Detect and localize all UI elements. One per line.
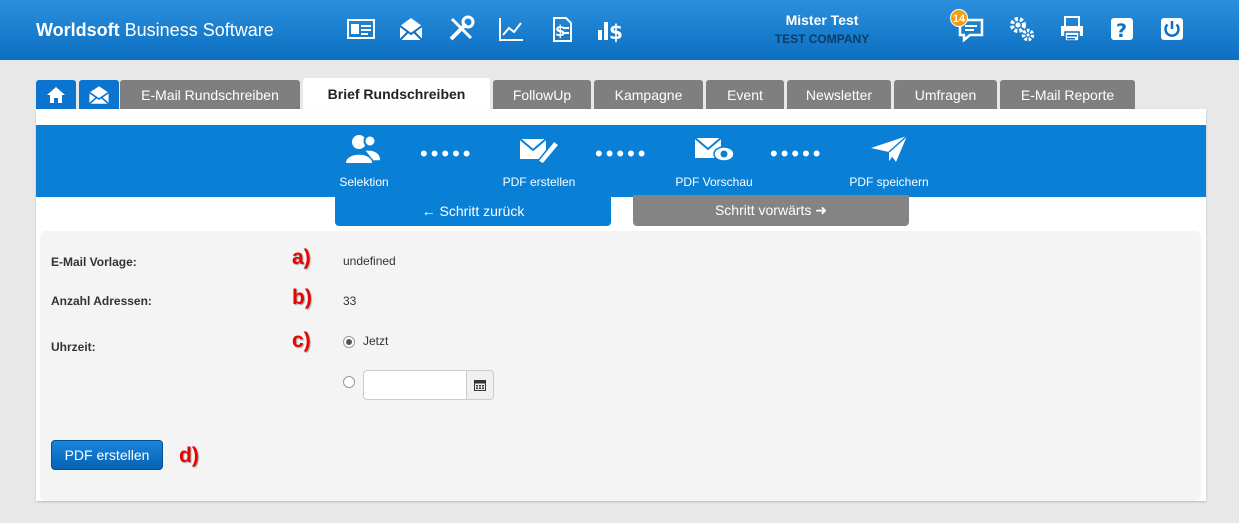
mail-edit-icon	[519, 138, 560, 165]
marker-d: d)	[179, 444, 199, 467]
tab-brief-rundschreiben[interactable]: Brief Rundschreiben	[303, 78, 490, 110]
power-icon[interactable]	[1155, 12, 1189, 46]
chart-icon[interactable]	[494, 12, 528, 46]
tab-home[interactable]	[36, 80, 76, 110]
pdf-form: E-Mail Vorlage: a) undefined Anzahl Adre…	[40, 231, 1201, 501]
tab-newsletter[interactable]: Newsletter	[787, 80, 891, 110]
template-value: undefined	[343, 254, 396, 268]
tab-mailing[interactable]	[79, 80, 119, 110]
top-bar: Worldsoft Business Software $ $ Mister T…	[0, 0, 1239, 60]
time-now-label[interactable]: Jetzt	[363, 334, 388, 348]
brand-logo[interactable]: Worldsoft Business Software	[36, 20, 274, 41]
tab-event[interactable]: Event	[706, 80, 784, 110]
mail-eye-icon	[694, 137, 735, 162]
marker-c: c)	[292, 329, 311, 352]
time-now-radio[interactable]	[343, 336, 355, 348]
step-pdf-vorschau[interactable]: PDF Vorschau	[654, 133, 774, 189]
create-pdf-button[interactable]: PDF erstellen	[51, 440, 163, 470]
notification-badge: 14	[950, 9, 968, 27]
company-name: TEST COMPANY	[774, 32, 870, 46]
date-input[interactable]	[363, 370, 467, 400]
users-icon	[346, 134, 382, 163]
step-label: PDF Vorschau	[675, 175, 753, 189]
help-icon[interactable]: ?	[1105, 12, 1139, 46]
mail-campaign-icon[interactable]	[394, 12, 428, 46]
addresses-label: Anzahl Adressen:	[51, 294, 152, 308]
step-separator: •••••	[770, 141, 824, 166]
calendar-icon	[474, 380, 486, 391]
print-icon[interactable]	[1055, 12, 1089, 46]
user-info[interactable]: Mister Test TEST COMPANY	[740, 12, 904, 46]
step-pdf-erstellen[interactable]: PDF erstellen	[479, 133, 599, 189]
revenue-icon[interactable]: $	[594, 12, 628, 46]
step-selektion[interactable]: Selektion	[304, 133, 424, 189]
tools-icon[interactable]	[444, 12, 478, 46]
marker-a: a)	[292, 246, 311, 269]
tab-umfragen[interactable]: Umfragen	[894, 80, 997, 110]
tab-email-rundschreiben[interactable]: E-Mail Rundschreiben	[120, 80, 300, 110]
tab-followup[interactable]: FollowUp	[493, 80, 591, 110]
settings-gears-icon[interactable]	[1005, 12, 1039, 46]
template-label: E-Mail Vorlage:	[51, 255, 137, 269]
wizard-panel: Selektion ••••• PDF erstellen ••••• PDF …	[36, 109, 1206, 501]
invoice-icon[interactable]: $	[544, 12, 578, 46]
addresses-value: 33	[343, 294, 357, 308]
svg-text:$: $	[609, 20, 623, 44]
tab-email-reporte[interactable]: E-Mail Reporte	[1000, 80, 1135, 110]
wizard-steps: Selektion ••••• PDF erstellen ••••• PDF …	[36, 125, 1206, 197]
marker-b: b)	[292, 286, 312, 309]
step-label: PDF speichern	[849, 175, 929, 189]
step-pdf-speichern[interactable]: PDF speichern	[829, 133, 949, 189]
contact-card-icon[interactable]	[344, 12, 378, 46]
paper-plane-icon	[871, 135, 908, 162]
mail-campaign-icon	[88, 86, 110, 105]
svg-text:?: ?	[1116, 20, 1127, 42]
home-icon	[47, 87, 65, 103]
forward-button[interactable]: Schritt vorwärts ➜	[633, 195, 909, 226]
svg-text:$: $	[555, 22, 565, 40]
calendar-button[interactable]	[466, 370, 494, 400]
step-separator: •••••	[595, 141, 649, 166]
step-separator: •••••	[420, 141, 474, 166]
user-name: Mister Test	[785, 12, 859, 28]
back-button[interactable]: ← Schritt zurück	[335, 195, 611, 226]
tab-kampagne[interactable]: Kampagne	[594, 80, 703, 110]
step-label: Selektion	[339, 175, 389, 189]
time-custom-radio[interactable]	[343, 376, 355, 388]
step-label: PDF erstellen	[502, 175, 576, 189]
time-label: Uhrzeit:	[51, 340, 96, 354]
